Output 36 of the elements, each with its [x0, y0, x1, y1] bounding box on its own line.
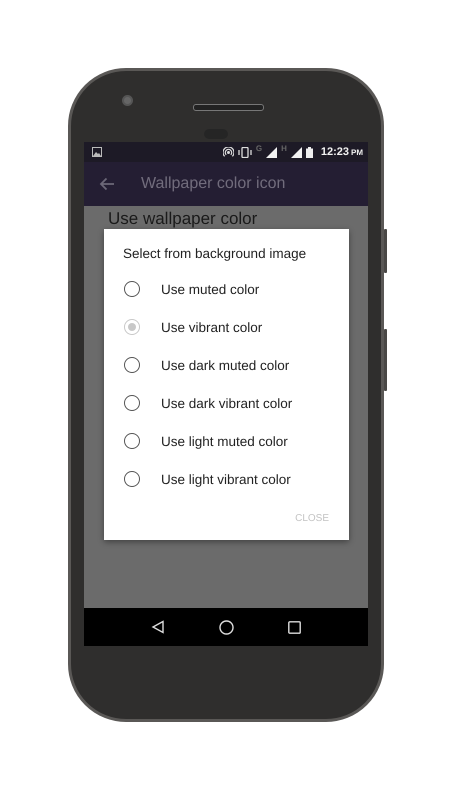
radio-option[interactable]: Use vibrant color: [104, 308, 349, 346]
network-type-label: G: [256, 144, 262, 153]
radio-button[interactable]: [124, 357, 140, 373]
back-icon[interactable]: [151, 620, 165, 634]
radio-option[interactable]: Use light vibrant color: [104, 460, 349, 498]
option-label: Use vibrant color: [161, 320, 262, 334]
battery-icon: [306, 146, 313, 158]
speaker-grille: [193, 104, 264, 111]
radio-option[interactable]: Use muted color: [104, 270, 349, 308]
option-label: Use light vibrant color: [161, 472, 291, 486]
radio-button[interactable]: [124, 471, 140, 487]
signal-icon: [290, 146, 302, 158]
option-label: Use muted color: [161, 282, 260, 296]
back-arrow-icon[interactable]: [99, 177, 115, 191]
option-label: Use dark vibrant color: [161, 396, 292, 410]
radio-button[interactable]: [124, 433, 140, 449]
app-bar-title: Wallpaper color icon: [141, 175, 286, 193]
dialog-title: Select from background image: [123, 246, 306, 261]
signal-icon: [266, 146, 278, 158]
radio-option[interactable]: Use dark muted color: [104, 346, 349, 384]
option-label: Use dark muted color: [161, 358, 290, 372]
clock-period: PM: [351, 148, 363, 156]
home-icon[interactable]: [219, 620, 234, 634]
setting-title: Use wallpaper color: [108, 209, 258, 228]
recents-icon[interactable]: [288, 620, 301, 634]
radio-button[interactable]: [124, 281, 140, 297]
image-icon: [92, 147, 102, 157]
radio-option[interactable]: Use light muted color: [104, 422, 349, 460]
option-label: Use light muted color: [161, 434, 288, 448]
clock-time: 12:23: [320, 146, 349, 158]
vibrate-icon: [238, 146, 252, 158]
radio-option[interactable]: Use dark vibrant color: [104, 384, 349, 422]
camera-icon: [122, 95, 133, 106]
radio-button[interactable]: [124, 395, 140, 411]
network-type-label: H: [281, 144, 287, 153]
hotspot-icon: [222, 146, 234, 158]
